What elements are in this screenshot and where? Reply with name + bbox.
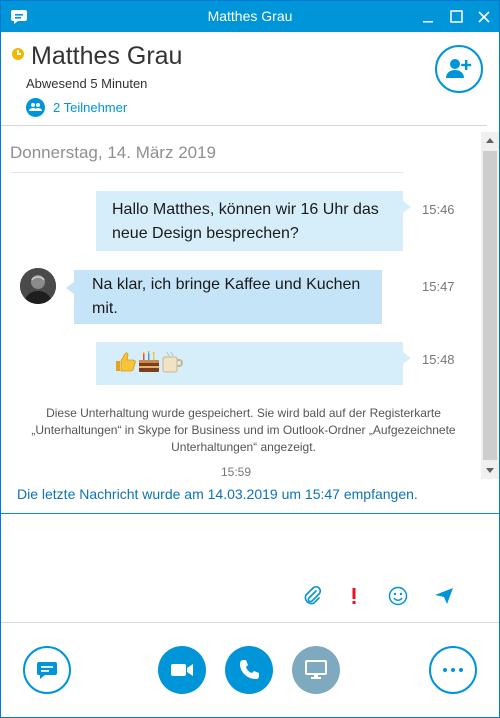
participants-label: 2 Teilnehmer [53,99,128,115]
scroll-down-arrow-icon[interactable] [481,462,499,479]
conversation-scrollbar[interactable] [481,132,499,479]
presence-status: Abwesend 5 Minuten [26,76,148,91]
scroll-thumb[interactable] [483,151,497,460]
attach-file-button[interactable] [300,584,324,608]
instant-message-button[interactable] [23,646,71,694]
more-options-button[interactable] [429,646,477,694]
maximize-button[interactable] [441,1,471,32]
thumbs-up-icon [114,350,136,374]
message-time: 15:47 [422,279,455,294]
ellipsis-icon [443,668,463,672]
participants-icon [26,97,45,117]
message-incoming[interactable]: Na klar, ich bringe Kaffee und Kuchen mi… [66,270,382,324]
coffee-icon [160,350,183,374]
paperclip-icon [304,586,321,605]
send-button[interactable] [432,584,456,608]
add-participant-button[interactable] [435,45,483,93]
conversation-saved-notice: Diese Unterhaltung wurde gespeichert. Si… [31,406,456,454]
conversation-header: Matthes Grau Abwesend 5 Minuten 2 Teilne… [1,32,499,124]
compose-divider [1,513,499,514]
last-activity-time: 15:59 [220,465,252,479]
contact-name[interactable]: Matthes Grau [31,42,182,71]
scroll-up-arrow-icon[interactable] [481,132,499,149]
message-time: 15:48 [422,352,455,367]
monitor-icon [305,660,327,679]
mark-important-button[interactable] [342,584,366,608]
message-outgoing[interactable]: Hallo Matthes, können wir 16 Uhr das neu… [96,191,411,251]
exclamation-icon [352,588,356,604]
message-outgoing-emojis[interactable] [96,342,411,385]
add-person-icon [446,59,472,78]
close-button[interactable] [469,1,499,32]
audio-call-button[interactable] [225,646,273,694]
last-message-received: Die letzte Nachricht wurde am 14.03.2019… [17,486,418,502]
video-call-button[interactable] [158,646,206,694]
video-camera-icon [171,664,193,676]
message-time: 15:46 [422,202,455,217]
contact-avatar[interactable] [20,268,56,304]
conversation-history: Donnerstag, 14. März 2019 Hallo Matthes,… [1,126,481,513]
smiley-icon [388,586,408,606]
chat-icon [37,662,57,679]
conversation-window: Matthes Grau Matthes Grau Abwesend 5 Min… [0,0,500,718]
date-separator: Donnerstag, 14. März 2019 [10,143,217,162]
date-divider [10,172,404,173]
emoticon-button[interactable] [386,584,410,608]
toolbar-divider [1,622,499,623]
cake-icon [137,350,159,374]
message-input[interactable] [11,521,489,577]
title-bar: Matthes Grau [1,1,499,32]
away-status-icon [12,48,24,60]
send-icon [435,588,453,604]
share-screen-button[interactable] [292,646,340,694]
phone-icon [240,660,259,679]
minimize-button[interactable] [413,1,443,32]
participants-link[interactable]: 2 Teilnehmer [26,96,127,118]
